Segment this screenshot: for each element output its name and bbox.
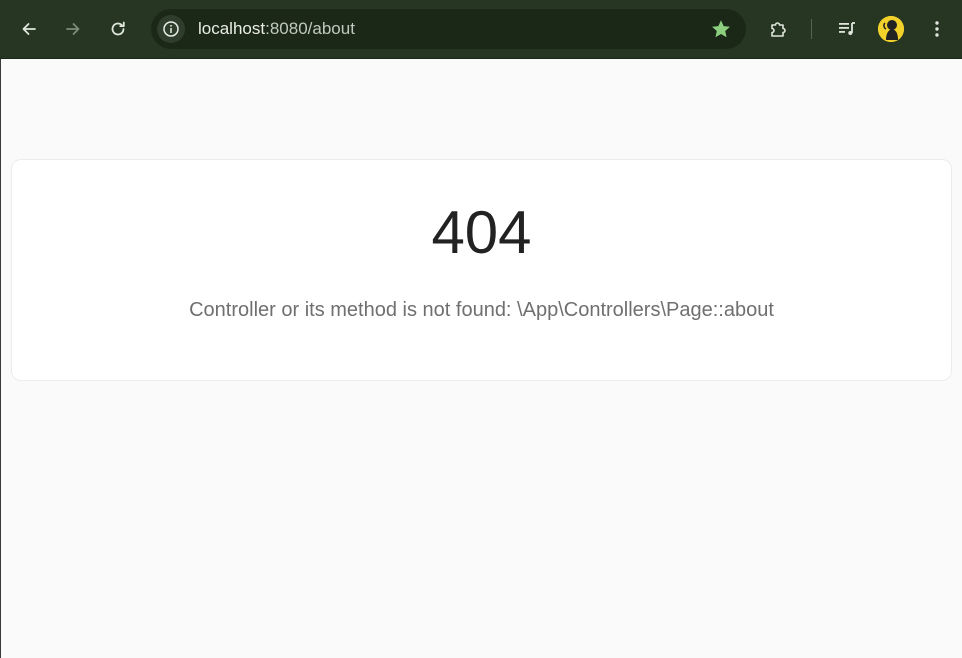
arrow-left-icon <box>22 23 36 35</box>
toolbar-divider <box>811 19 812 39</box>
star-icon[interactable] <box>710 18 732 40</box>
error-code: 404 <box>431 199 532 266</box>
media-queue-icon <box>839 22 855 35</box>
site-info-button[interactable] <box>157 15 185 43</box>
avatar[interactable] <box>878 16 904 42</box>
profile-picture <box>878 16 904 42</box>
window-edge <box>0 59 1 658</box>
url-text[interactable]: localhost:8080/about <box>198 9 355 49</box>
puzzle-icon <box>771 22 786 37</box>
error-card: 404 Controller or its method is not foun… <box>11 159 952 381</box>
error-message: Controller or its method is not found: \… <box>189 299 774 321</box>
address-bar[interactable]: localhost:8080/about <box>151 9 746 49</box>
back-button[interactable] <box>13 13 45 45</box>
forward-button[interactable] <box>57 13 89 45</box>
url-path: :8080/about <box>265 19 355 38</box>
kebab-menu-icon <box>935 21 939 37</box>
arrow-right-icon <box>66 23 80 35</box>
browser-menu-button[interactable] <box>922 14 952 44</box>
info-icon <box>163 21 179 37</box>
reload-icon <box>111 21 125 36</box>
reload-button[interactable] <box>102 13 134 45</box>
url-host: localhost <box>198 19 266 38</box>
browser-toolbar: localhost:8080/about <box>0 0 962 59</box>
media-controls-button[interactable] <box>832 14 862 44</box>
extensions-button[interactable] <box>764 14 794 44</box>
